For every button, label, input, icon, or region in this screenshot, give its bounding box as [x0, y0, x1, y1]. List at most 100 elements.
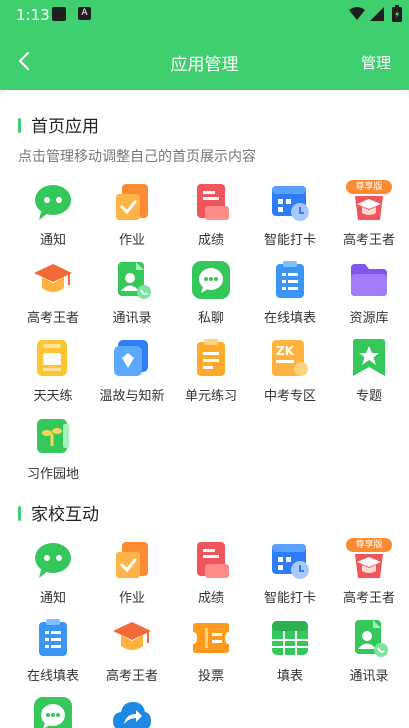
- app-item[interactable]: 温故与知新: [91, 338, 173, 404]
- status-time: 1:13: [16, 6, 50, 24]
- app-item[interactable]: 天天练: [12, 338, 94, 404]
- app-item-label: 高考王者: [342, 233, 395, 248]
- app-item-label: 高考王者: [342, 591, 395, 606]
- app-item[interactable]: 作业: [91, 182, 173, 248]
- content-card: 首页应用 点击管理移动调整自己的首页展示内容 通知 作业 成绩 智能打卡 尊享版 高考王者…: [0, 90, 409, 728]
- app-item[interactable]: 资源库: [328, 260, 409, 326]
- top-bar: 1:13 A 应用管理 管理: [0, 0, 409, 90]
- app-item[interactable]: 习作园地: [12, 416, 94, 482]
- app-item-label: 填表: [276, 669, 303, 684]
- battery-icon: [392, 5, 402, 22]
- app-item-label: 温故与知新: [99, 389, 165, 404]
- app-item-label: 智能打卡: [263, 233, 316, 248]
- unit-exercise-icon: [197, 339, 225, 376]
- app-item[interactable]: 专题: [328, 338, 409, 404]
- app-item[interactable]: 在线填表: [12, 618, 94, 684]
- app-item-label: 通讯录: [349, 669, 389, 684]
- daily-practice-icon: [37, 340, 67, 376]
- app-item-label: 成绩: [197, 591, 224, 606]
- app-item[interactable]: 作业: [91, 540, 173, 606]
- wifi-icon: [349, 7, 365, 20]
- app-item[interactable]: 通讯录: [91, 260, 173, 326]
- writing-garden-icon: [37, 419, 69, 453]
- notification-square-icon: [52, 7, 66, 21]
- table-form-icon: [272, 621, 308, 655]
- app-item-label: 在线填表: [263, 311, 316, 326]
- app-item-label: 成绩: [197, 233, 224, 248]
- grade-icon: [197, 542, 229, 578]
- app-item[interactable]: 通知: [12, 540, 94, 606]
- vote-ticket-icon: [193, 623, 229, 653]
- app-item[interactable]: 成绩: [170, 540, 252, 606]
- app-item[interactable]: 通知: [12, 182, 94, 248]
- icon-wrap: 尊享版: [346, 538, 392, 580]
- app-item-label: 通知: [39, 591, 66, 606]
- app-item-label: 习作园地: [26, 467, 79, 482]
- app-item-label: 高考王者: [26, 311, 79, 326]
- notification-a-icon: A: [78, 7, 91, 20]
- contacts-icon: [118, 262, 151, 299]
- manage-button[interactable]: 管理: [361, 52, 391, 73]
- private-chat-icon: [192, 261, 230, 299]
- app-item-label: 在线填表: [26, 669, 79, 684]
- svg-text:ZK: ZK: [276, 344, 295, 358]
- clipboard-form-icon: [39, 619, 67, 656]
- homework-icon: [116, 542, 148, 578]
- app-item-label: 智能打卡: [263, 591, 316, 606]
- app-item-label: 私聊: [197, 311, 224, 326]
- chat-bubble-icon: [35, 185, 71, 220]
- app-item[interactable]: 通讯录: [328, 618, 409, 684]
- graduation-cap-icon: [113, 622, 151, 650]
- app-item[interactable]: 单元练习: [170, 338, 252, 404]
- app-item[interactable]: 高考王者: [12, 260, 94, 326]
- chat-bubble-icon: [35, 543, 71, 578]
- review-book-icon: [114, 340, 148, 376]
- app-item[interactable]: 成绩: [170, 182, 252, 248]
- app-item[interactable]: 高考王者: [91, 618, 173, 684]
- app-item[interactable]: 尊享版 高考王者: [328, 180, 409, 248]
- premium-badge: 尊享版: [346, 180, 392, 194]
- app-item-label: 天天练: [33, 389, 73, 404]
- app-item[interactable]: ZK 中考专区: [249, 338, 331, 404]
- zk-zone-icon: ZK: [272, 340, 308, 376]
- page-title: 应用管理: [170, 55, 239, 75]
- app-item-label: 作业: [118, 233, 145, 248]
- app-item-label: 中考专区: [263, 389, 316, 404]
- private-chat-icon: [34, 697, 72, 728]
- status-bar: 1:13 A: [0, 0, 409, 30]
- app-item[interactable]: 投票: [170, 618, 252, 684]
- app-item[interactable]: 智能打卡: [249, 540, 331, 606]
- app-item[interactable]: 私聊: [170, 260, 252, 326]
- app-item[interactable]: [12, 696, 94, 728]
- calendar-clock-icon: [272, 544, 309, 579]
- app-item[interactable]: [91, 696, 173, 728]
- app-item-label: 单元练习: [184, 389, 237, 404]
- app-item-label: 投票: [197, 669, 224, 684]
- app-item-label: 通知: [39, 233, 66, 248]
- app-item[interactable]: 尊享版 高考王者: [328, 538, 409, 606]
- clipboard-form-icon: [276, 261, 304, 298]
- bookmark-star-icon: [353, 339, 385, 376]
- grade-icon: [197, 184, 229, 220]
- contacts-icon: [355, 620, 388, 657]
- app-item-label: 通讯录: [112, 311, 152, 326]
- app-item[interactable]: 智能打卡: [249, 182, 331, 248]
- homework-icon: [116, 184, 148, 220]
- graduation-cap-icon: [34, 264, 72, 292]
- icon-wrap: 尊享版: [346, 180, 392, 222]
- app-item[interactable]: 在线填表: [249, 260, 331, 326]
- app-item[interactable]: 填表: [249, 618, 331, 684]
- accent-bar: [18, 506, 21, 521]
- app-item-label: 资源库: [349, 311, 389, 326]
- calendar-clock-icon: [272, 186, 309, 221]
- section-title-home-apps: 首页应用: [18, 112, 99, 137]
- app-item-label: 专题: [355, 389, 382, 404]
- accent-bar: [18, 118, 21, 133]
- section-subtitle: 点击管理移动调整自己的首页展示内容: [18, 149, 256, 165]
- signal-icon: [370, 7, 384, 21]
- section-title-home-school: 家校互动: [18, 500, 99, 525]
- cloud-share-icon: [113, 702, 151, 728]
- app-item-label: 作业: [118, 591, 145, 606]
- app-item-label: 高考王者: [105, 669, 158, 684]
- premium-badge: 尊享版: [346, 538, 392, 552]
